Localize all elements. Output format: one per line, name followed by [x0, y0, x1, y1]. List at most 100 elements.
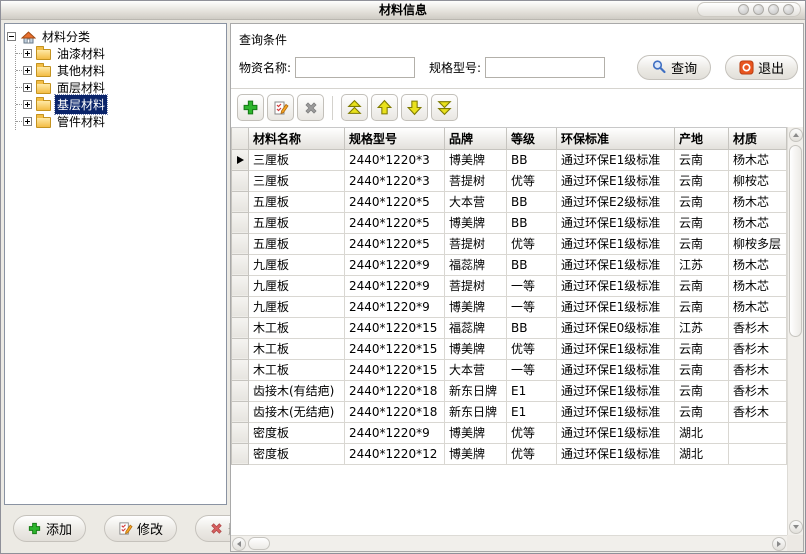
table-cell[interactable]: 香杉木: [729, 401, 787, 422]
table-cell[interactable]: 通过环保E1级标准: [557, 380, 675, 401]
row-selector-cell[interactable]: [232, 296, 249, 317]
table-cell[interactable]: 博美牌: [445, 338, 507, 359]
table-cell[interactable]: 2440*1220*5: [345, 212, 445, 233]
tree-item-3[interactable]: 面层材料: [16, 79, 224, 96]
table-cell[interactable]: 杨木芯: [729, 149, 787, 170]
row-selector-cell[interactable]: [232, 422, 249, 443]
row-selector-cell[interactable]: [232, 275, 249, 296]
scroll-up-button[interactable]: [789, 128, 803, 142]
expand-icon[interactable]: [23, 100, 32, 109]
table-cell[interactable]: 通过环保E1级标准: [557, 401, 675, 422]
table-row[interactable]: 木工板2440*1220*15博美牌优等通过环保E1级标准云南香杉木: [232, 338, 787, 359]
table-cell[interactable]: 通过环保E1级标准: [557, 233, 675, 254]
table-cell[interactable]: 云南: [675, 212, 729, 233]
table-cell[interactable]: 2440*1220*15: [345, 317, 445, 338]
table-cell[interactable]: 2440*1220*15: [345, 338, 445, 359]
scroll-right-button[interactable]: [772, 537, 786, 551]
table-cell[interactable]: 五厘板: [249, 233, 345, 254]
exit-button[interactable]: 退出: [725, 55, 798, 80]
table-cell[interactable]: 大本营: [445, 359, 507, 380]
table-cell[interactable]: BB: [507, 191, 557, 212]
table-cell[interactable]: 杨木芯: [729, 191, 787, 212]
window-control-1[interactable]: [738, 4, 749, 15]
table-row[interactable]: 五厘板2440*1220*5博美牌BB通过环保E1级标准云南杨木芯: [232, 212, 787, 233]
search-button[interactable]: 查询: [637, 55, 711, 80]
table-cell[interactable]: 2440*1220*5: [345, 191, 445, 212]
table-cell[interactable]: 2440*1220*18: [345, 380, 445, 401]
table-cell[interactable]: 湖北: [675, 422, 729, 443]
table-cell[interactable]: 2440*1220*15: [345, 359, 445, 380]
table-cell[interactable]: 三厘板: [249, 149, 345, 170]
table-cell[interactable]: 香杉木: [729, 317, 787, 338]
column-header-5[interactable]: 环保标准: [557, 128, 675, 149]
table-row[interactable]: 木工板2440*1220*15福蕊牌BB通过环保E0级标准江苏香杉木: [232, 317, 787, 338]
table-cell[interactable]: 2440*1220*12: [345, 443, 445, 464]
table-row[interactable]: 齿接木(无结疤)2440*1220*18新东日牌E1通过环保E1级标准云南香杉木: [232, 401, 787, 422]
column-header-2[interactable]: 规格型号: [345, 128, 445, 149]
table-cell[interactable]: 五厘板: [249, 191, 345, 212]
table-cell[interactable]: 五厘板: [249, 212, 345, 233]
table-cell[interactable]: 通过环保E1级标准: [557, 443, 675, 464]
row-selector-cell[interactable]: [232, 254, 249, 275]
table-cell[interactable]: E1: [507, 401, 557, 422]
table-cell[interactable]: 香杉木: [729, 338, 787, 359]
table-cell[interactable]: 优等: [507, 170, 557, 191]
table-cell[interactable]: 九厘板: [249, 296, 345, 317]
table-cell[interactable]: 云南: [675, 380, 729, 401]
table-cell[interactable]: 优等: [507, 443, 557, 464]
table-cell[interactable]: BB: [507, 317, 557, 338]
table-cell[interactable]: 博美牌: [445, 443, 507, 464]
table-cell[interactable]: 齿接木(有结疤): [249, 380, 345, 401]
table-cell[interactable]: 博美牌: [445, 296, 507, 317]
table-cell[interactable]: 云南: [675, 191, 729, 212]
table-cell[interactable]: 2440*1220*18: [345, 401, 445, 422]
table-cell[interactable]: 一等: [507, 296, 557, 317]
table-cell[interactable]: 九厘板: [249, 254, 345, 275]
table-cell[interactable]: 云南: [675, 170, 729, 191]
table-row[interactable]: 木工板2440*1220*15大本营一等通过环保E1级标准云南香杉木: [232, 359, 787, 380]
table-cell[interactable]: 香杉木: [729, 359, 787, 380]
horizontal-scroll-thumb[interactable]: [248, 537, 270, 550]
table-row[interactable]: 九厘板2440*1220*9福蕊牌BB通过环保E1级标准江苏杨木芯: [232, 254, 787, 275]
tree-item-4[interactable]: 基层材料: [16, 96, 224, 113]
table-row[interactable]: 齿接木(有结疤)2440*1220*18新东日牌E1通过环保E1级标准云南香杉木: [232, 380, 787, 401]
collapse-icon[interactable]: [7, 32, 16, 41]
expand-icon[interactable]: [23, 66, 32, 75]
table-row[interactable]: 三厘板2440*1220*3菩提树优等通过环保E1级标准云南柳桉芯: [232, 170, 787, 191]
row-selector-cell[interactable]: [232, 233, 249, 254]
table-cell[interactable]: 菩提树: [445, 275, 507, 296]
table-cell[interactable]: 云南: [675, 296, 729, 317]
table-cell[interactable]: 云南: [675, 359, 729, 380]
table-cell[interactable]: 通过环保E2级标准: [557, 191, 675, 212]
table-cell[interactable]: 2440*1220*3: [345, 170, 445, 191]
table-cell[interactable]: E1: [507, 380, 557, 401]
move-down-button[interactable]: [401, 94, 428, 121]
row-selector-cell[interactable]: [232, 317, 249, 338]
window-control-2[interactable]: [753, 4, 764, 15]
table-cell[interactable]: 通过环保E1级标准: [557, 254, 675, 275]
expand-icon[interactable]: [23, 83, 32, 92]
tree-root-node[interactable]: 材料分类: [7, 28, 224, 45]
spec-model-input[interactable]: [485, 57, 605, 78]
table-cell[interactable]: 木工板: [249, 359, 345, 380]
table-cell[interactable]: 2440*1220*9: [345, 254, 445, 275]
row-selector-cell[interactable]: [232, 359, 249, 380]
column-header-3[interactable]: 品牌: [445, 128, 507, 149]
horizontal-scrollbar[interactable]: [231, 535, 787, 551]
table-cell[interactable]: 云南: [675, 275, 729, 296]
table-cell[interactable]: 优等: [507, 338, 557, 359]
window-control-3[interactable]: [768, 4, 779, 15]
column-header-4[interactable]: 等级: [507, 128, 557, 149]
toolbar-add-button[interactable]: [237, 94, 264, 121]
table-row[interactable]: 三厘板2440*1220*3博美牌BB通过环保E1级标准云南杨木芯: [232, 149, 787, 170]
table-cell[interactable]: 江苏: [675, 317, 729, 338]
table-cell[interactable]: 杨木芯: [729, 254, 787, 275]
table-cell[interactable]: 博美牌: [445, 149, 507, 170]
table-cell[interactable]: 一等: [507, 359, 557, 380]
table-cell[interactable]: 通过环保E1级标准: [557, 149, 675, 170]
material-name-input[interactable]: [295, 57, 415, 78]
table-cell[interactable]: BB: [507, 254, 557, 275]
scroll-down-button[interactable]: [789, 520, 803, 534]
table-row[interactable]: 九厘板2440*1220*9菩提树一等通过环保E1级标准云南杨木芯: [232, 275, 787, 296]
row-selector-cell[interactable]: [232, 191, 249, 212]
